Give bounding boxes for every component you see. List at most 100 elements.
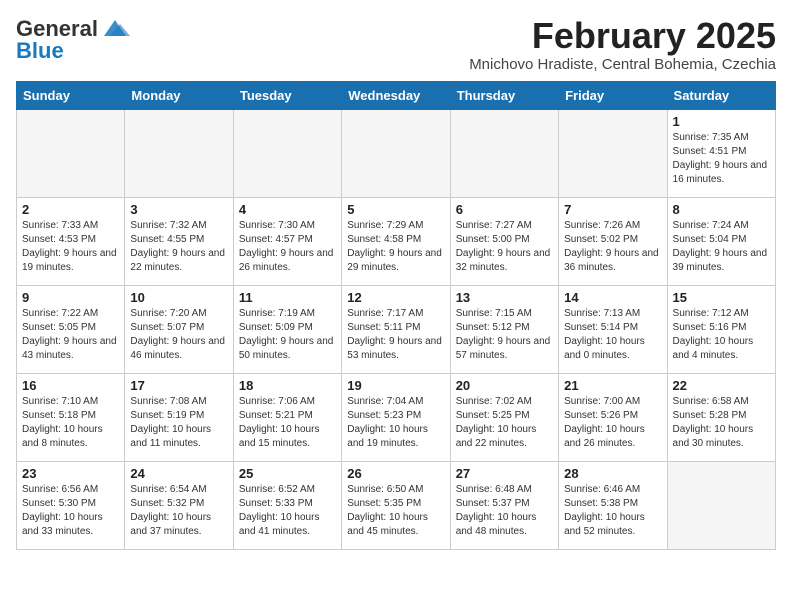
day-cell: 12 Sunrise: 7:17 AMSunset: 5:11 PMDayligh… [342,285,450,373]
day-cell: 8 Sunrise: 7:24 AMSunset: 5:04 PMDaylight… [667,197,775,285]
day-cell: 3 Sunrise: 7:32 AMSunset: 4:55 PMDaylight… [125,197,233,285]
day-number: 20 [456,378,553,393]
day-cell [450,109,558,197]
day-info: Sunrise: 7:13 AMSunset: 5:14 PMDaylight:… [564,307,661,363]
day-cell [667,461,775,549]
day-cell: 13Sunrise: 7:15 AMSunset: 5:12 PMDayligh… [450,285,558,373]
week-row-2: 9 Sunrise: 7:22 AMSunset: 5:05 PMDaylight… [17,285,776,373]
day-cell: 5 Sunrise: 7:29 AMSunset: 4:58 PMDaylight… [342,197,450,285]
day-number: 1 [673,114,770,129]
day-cell: 26 Sunrise: 6:50 AMSunset: 5:35 PMDayligh… [342,461,450,549]
weekday-header-thursday: Thursday [450,81,558,109]
day-number: 18 [239,378,336,393]
day-cell: 11Sunrise: 7:19 AMSunset: 5:09 PMDayligh… [233,285,341,373]
day-cell: 22 Sunrise: 6:58 AMSunset: 5:28 PMDayligh… [667,373,775,461]
day-info: Sunrise: 7:35 AMSunset: 4:51 PMDaylight:… [673,131,770,187]
day-info: Sunrise: 6:56 AMSunset: 5:30 PMDaylight:… [22,483,119,539]
day-number: 26 [347,466,444,481]
day-info: Sunrise: 7:17 AMSunset: 5:11 PMDaylight:… [347,307,444,363]
weekday-header-wednesday: Wednesday [342,81,450,109]
day-info: Sunrise: 7:00 AMSunset: 5:26 PMDaylight:… [564,395,661,451]
day-number: 10 [130,290,227,305]
day-info: Sunrise: 7:04 AMSunset: 5:23 PMDaylight:… [347,395,444,451]
calendar-table: SundayMondayTuesdayWednesdayThursdayFrid… [16,81,776,550]
day-cell: 2Sunrise: 7:33 AMSunset: 4:53 PMDaylight… [17,197,125,285]
day-number: 5 [347,202,444,217]
day-cell [342,109,450,197]
day-number: 28 [564,466,661,481]
day-number: 16 [22,378,119,393]
day-info: Sunrise: 7:22 AMSunset: 5:05 PMDaylight:… [22,307,119,363]
day-info: Sunrise: 7:30 AMSunset: 4:57 PMDaylight:… [239,219,336,275]
day-info: Sunrise: 6:52 AMSunset: 5:33 PMDaylight:… [239,483,336,539]
day-cell: 16 Sunrise: 7:10 AMSunset: 5:18 PMDayligh… [17,373,125,461]
day-number: 24 [130,466,227,481]
day-number: 15 [673,290,770,305]
logo-text: General Blue [16,16,130,64]
day-cell: 9 Sunrise: 7:22 AMSunset: 5:05 PMDaylight… [17,285,125,373]
day-cell: 18Sunrise: 7:06 AMSunset: 5:21 PMDayligh… [233,373,341,461]
day-number: 22 [673,378,770,393]
page-header: General Blue February 2025 Mnichovo Hrad… [16,16,776,73]
day-info: Sunrise: 7:26 AMSunset: 5:02 PMDaylight:… [564,219,661,275]
day-info: Sunrise: 7:08 AMSunset: 5:19 PMDaylight:… [130,395,227,451]
day-cell: 10 Sunrise: 7:20 AMSunset: 5:07 PMDayligh… [125,285,233,373]
logo: General Blue [16,16,130,64]
day-info: Sunrise: 7:27 AMSunset: 5:00 PMDaylight:… [456,219,553,275]
day-info: Sunrise: 7:29 AMSunset: 4:58 PMDaylight:… [347,219,444,275]
day-cell: 20 Sunrise: 7:02 AMSunset: 5:25 PMDayligh… [450,373,558,461]
logo-icon [100,18,130,38]
day-cell: 6 Sunrise: 7:27 AMSunset: 5:00 PMDaylight… [450,197,558,285]
day-cell: 17 Sunrise: 7:08 AMSunset: 5:19 PMDayligh… [125,373,233,461]
day-number: 21 [564,378,661,393]
day-info: Sunrise: 6:50 AMSunset: 5:35 PMDaylight:… [347,483,444,539]
day-cell: 7 Sunrise: 7:26 AMSunset: 5:02 PMDaylight… [559,197,667,285]
weekday-header-friday: Friday [559,81,667,109]
day-number: 6 [456,202,553,217]
day-number: 8 [673,202,770,217]
weekday-header-tuesday: Tuesday [233,81,341,109]
day-cell: 21 Sunrise: 7:00 AMSunset: 5:26 PMDayligh… [559,373,667,461]
title-block: February 2025 Mnichovo Hradiste, Central… [469,16,776,73]
day-number: 27 [456,466,553,481]
day-info: Sunrise: 7:10 AMSunset: 5:18 PMDaylight:… [22,395,119,451]
weekday-header-row: SundayMondayTuesdayWednesdayThursdayFrid… [17,81,776,109]
week-row-0: 1 Sunrise: 7:35 AMSunset: 4:51 PMDaylight… [17,109,776,197]
day-number: 17 [130,378,227,393]
day-number: 3 [130,202,227,217]
day-number: 14 [564,290,661,305]
week-row-1: 2Sunrise: 7:33 AMSunset: 4:53 PMDaylight… [17,197,776,285]
day-cell: 15Sunrise: 7:12 AMSunset: 5:16 PMDayligh… [667,285,775,373]
weekday-header-saturday: Saturday [667,81,775,109]
week-row-4: 23 Sunrise: 6:56 AMSunset: 5:30 PMDayligh… [17,461,776,549]
day-number: 25 [239,466,336,481]
day-cell: 28Sunrise: 6:46 AMSunset: 5:38 PMDayligh… [559,461,667,549]
day-info: Sunrise: 7:20 AMSunset: 5:07 PMDaylight:… [130,307,227,363]
day-cell: 23 Sunrise: 6:56 AMSunset: 5:30 PMDayligh… [17,461,125,549]
day-cell [125,109,233,197]
day-info: Sunrise: 7:19 AMSunset: 5:09 PMDaylight:… [239,307,336,363]
day-info: Sunrise: 7:32 AMSunset: 4:55 PMDaylight:… [130,219,227,275]
week-row-3: 16 Sunrise: 7:10 AMSunset: 5:18 PMDayligh… [17,373,776,461]
day-cell: 27 Sunrise: 6:48 AMSunset: 5:37 PMDayligh… [450,461,558,549]
day-cell: 4 Sunrise: 7:30 AMSunset: 4:57 PMDaylight… [233,197,341,285]
day-info: Sunrise: 7:02 AMSunset: 5:25 PMDaylight:… [456,395,553,451]
day-cell [559,109,667,197]
day-number: 9 [22,290,119,305]
day-number: 7 [564,202,661,217]
location: Mnichovo Hradiste, Central Bohemia, Czec… [469,56,776,73]
day-cell: 25 Sunrise: 6:52 AMSunset: 5:33 PMDayligh… [233,461,341,549]
day-cell: 14 Sunrise: 7:13 AMSunset: 5:14 PMDayligh… [559,285,667,373]
day-info: Sunrise: 7:33 AMSunset: 4:53 PMDaylight:… [22,219,119,275]
day-number: 12 [347,290,444,305]
day-info: Sunrise: 6:54 AMSunset: 5:32 PMDaylight:… [130,483,227,539]
day-cell: 1 Sunrise: 7:35 AMSunset: 4:51 PMDaylight… [667,109,775,197]
day-number: 23 [22,466,119,481]
day-info: Sunrise: 6:58 AMSunset: 5:28 PMDaylight:… [673,395,770,451]
day-number: 13 [456,290,553,305]
day-number: 4 [239,202,336,217]
day-info: Sunrise: 6:48 AMSunset: 5:37 PMDaylight:… [456,483,553,539]
day-info: Sunrise: 7:24 AMSunset: 5:04 PMDaylight:… [673,219,770,275]
weekday-header-monday: Monday [125,81,233,109]
day-cell [233,109,341,197]
